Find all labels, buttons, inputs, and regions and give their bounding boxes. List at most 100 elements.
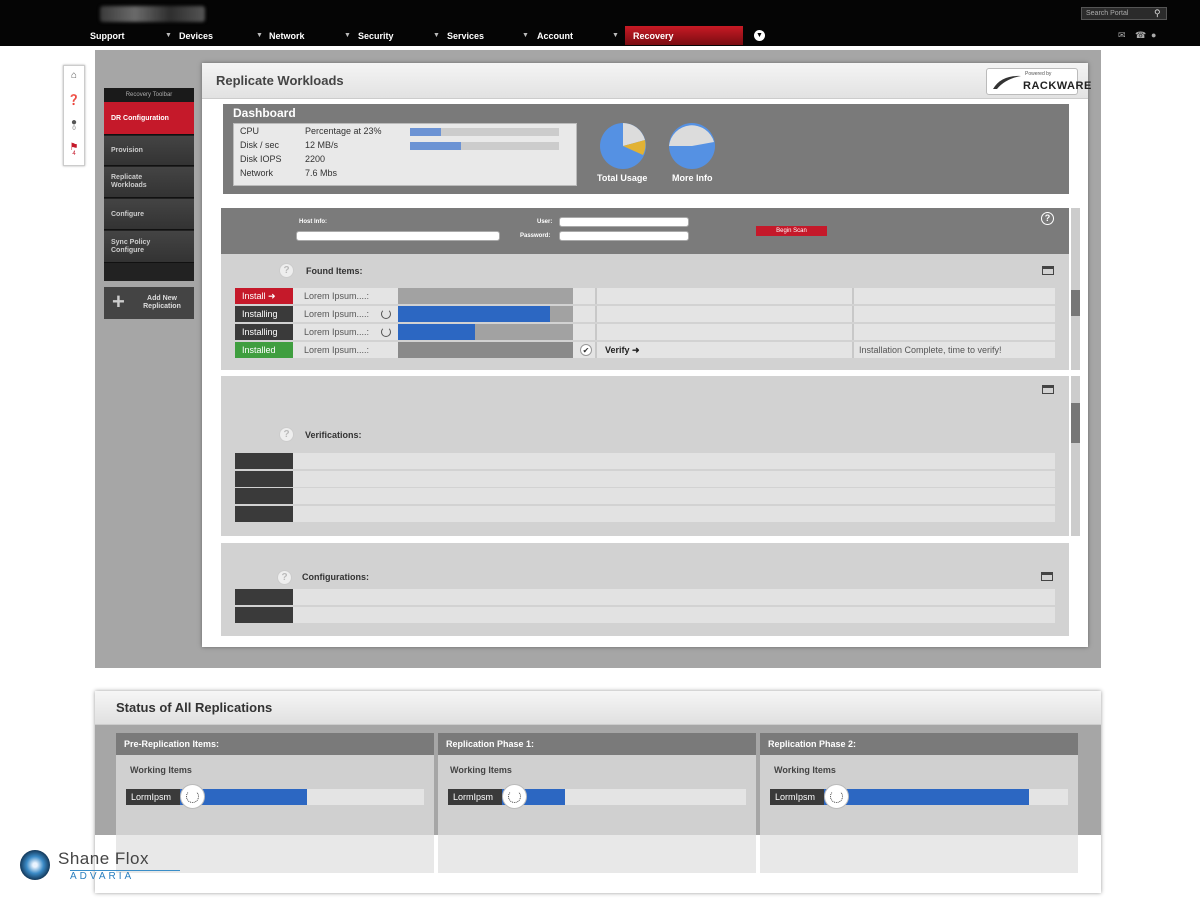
- status-column-title: Pre-Replication Items:: [116, 733, 434, 755]
- help-icon[interactable]: ❓: [64, 95, 84, 106]
- nav-network[interactable]: Network: [269, 26, 305, 46]
- help-icon[interactable]: ?: [277, 570, 292, 585]
- working-item-label: LormIpsm: [126, 789, 180, 805]
- status-column-title: Replication Phase 2:: [760, 733, 1078, 755]
- toolbar-item-sync-policy[interactable]: Sync Policy Configure: [104, 231, 194, 263]
- nav-recovery[interactable]: Recovery: [625, 26, 743, 45]
- stat-value: Percentage at 23%: [305, 126, 382, 136]
- window-icon[interactable]: [1041, 572, 1053, 581]
- host-info-input[interactable]: [296, 231, 500, 241]
- item-progress: [398, 306, 573, 322]
- item-message-cell: [852, 288, 1055, 304]
- verifications-title: Verifications:: [305, 430, 362, 440]
- add-replication-button[interactable]: + Add New Replication: [104, 287, 194, 319]
- toolbar-item-configure[interactable]: Configure: [104, 199, 194, 230]
- configurations-section: ? Configurations:: [221, 543, 1069, 636]
- verify-link[interactable]: Verify ➜: [595, 342, 851, 358]
- total-usage-pie[interactable]: [598, 121, 648, 171]
- configuration-status: [235, 607, 293, 623]
- home-icon[interactable]: ⌂: [64, 70, 84, 81]
- begin-scan-button[interactable]: Begin Scan: [756, 226, 827, 236]
- chevron-down-icon[interactable]: ▼: [344, 26, 351, 46]
- toolbar-item-label: Sync Policy Configure: [111, 238, 151, 254]
- install-button[interactable]: Install ➜: [235, 288, 293, 304]
- working-progress: LormIpsm: [770, 784, 1068, 809]
- swoosh-icon: [993, 75, 1021, 89]
- installing-status: Installing: [235, 306, 293, 322]
- phone-icon[interactable]: ☎: [1135, 30, 1146, 41]
- item-action-cell: [595, 288, 851, 304]
- status-title: Status of All Replications: [116, 700, 273, 715]
- nav-services[interactable]: Services: [447, 26, 484, 46]
- total-usage-label: Total Usage: [597, 173, 648, 183]
- logo-name: Shane Flox: [58, 849, 149, 868]
- working-items-label: Working Items: [130, 765, 192, 775]
- item-progress: [398, 288, 573, 304]
- help-icon[interactable]: ?: [1041, 212, 1054, 225]
- alert-icon[interactable]: ● 0: [64, 117, 84, 132]
- quick-icons-bar: ⌂ ❓ ● 0 ⚑ 4: [63, 65, 85, 166]
- chevron-down-icon[interactable]: ▼: [522, 26, 529, 46]
- verification-row: [235, 471, 1055, 487]
- verification-row: [235, 488, 1055, 504]
- help-icon[interactable]: ?: [279, 427, 294, 442]
- toolbar-item-provision[interactable]: Provision: [104, 136, 194, 166]
- toolbar-title: Recovery Toolbar: [104, 88, 194, 102]
- brand-logo[interactable]: [100, 6, 205, 22]
- configuration-status: [235, 589, 293, 605]
- chevron-down-icon[interactable]: ▼: [612, 26, 619, 46]
- scrollbar[interactable]: [1071, 208, 1080, 370]
- password-label: Password:: [520, 233, 551, 239]
- help-icon[interactable]: ?: [279, 263, 294, 278]
- nav-devices[interactable]: Devices: [179, 26, 213, 46]
- add-replication-label: Add New Replication: [143, 295, 181, 310]
- more-info-pie[interactable]: [667, 121, 717, 171]
- logo-name: RACKWARE: [1023, 80, 1092, 92]
- nav-support[interactable]: Support: [90, 26, 125, 46]
- item-message-cell: [852, 306, 1055, 322]
- eye-icon: [20, 850, 50, 880]
- verification-row: [235, 453, 1055, 469]
- logo-powered-by: Powered by: [1025, 71, 1052, 77]
- working-items-label: Working Items: [774, 765, 836, 775]
- chevron-down-icon[interactable]: ▼: [754, 30, 765, 41]
- working-item-label: LormIpsm: [448, 789, 502, 805]
- spinner-icon: [180, 784, 205, 809]
- tag-icon[interactable]: ⚑ 4: [64, 142, 84, 157]
- chevron-down-icon[interactable]: ▼: [433, 26, 440, 46]
- chat-icon[interactable]: ✉: [1118, 30, 1126, 41]
- found-item-row: Installed Lorem Ipsum....: ✔ Verify ➜ In…: [235, 342, 1055, 358]
- working-items-label: Working Items: [450, 765, 512, 775]
- chevron-down-icon[interactable]: ▼: [165, 26, 172, 46]
- item-name: Lorem Ipsum....:: [304, 309, 370, 319]
- nav-account[interactable]: Account: [537, 26, 573, 46]
- verification-status: [235, 506, 293, 522]
- comment-icon[interactable]: ●: [1151, 30, 1156, 40]
- user-input[interactable]: [559, 217, 689, 227]
- working-item-label: LormIpsm: [770, 789, 824, 805]
- nav-security[interactable]: Security: [358, 26, 394, 46]
- verification-status: [235, 453, 293, 469]
- cpu-bar: [410, 128, 559, 136]
- item-name: Lorem Ipsum....:: [304, 327, 370, 337]
- status-column-footer: [438, 835, 756, 873]
- window-icon[interactable]: [1042, 385, 1054, 394]
- status-header: Status of All Replications: [95, 691, 1101, 725]
- scrollbar-thumb[interactable]: [1071, 290, 1080, 316]
- logo-subtitle: ADVARIA: [70, 871, 135, 882]
- scrollbar[interactable]: [1071, 376, 1080, 536]
- toolbar-item-dr-configuration[interactable]: DR Configuration: [104, 102, 194, 135]
- working-progress: LormIpsm: [448, 784, 746, 809]
- tag-count: 4: [72, 151, 76, 157]
- window-icon[interactable]: [1042, 266, 1054, 275]
- search-icon[interactable]: ⚲: [1154, 8, 1161, 19]
- scrollbar-thumb[interactable]: [1071, 403, 1080, 443]
- toolbar-item-replicate-workloads[interactable]: Replicate Workloads: [104, 167, 194, 198]
- password-input[interactable]: [559, 231, 689, 241]
- page-title: Replicate Workloads: [216, 73, 344, 88]
- item-progress-fill: [398, 324, 475, 340]
- stats-box: CPU Percentage at 23% Disk / sec 12 MB/s…: [233, 123, 577, 186]
- spinner-icon: [381, 327, 391, 337]
- status-column-footer: [760, 835, 1078, 873]
- chevron-down-icon[interactable]: ▼: [256, 26, 263, 46]
